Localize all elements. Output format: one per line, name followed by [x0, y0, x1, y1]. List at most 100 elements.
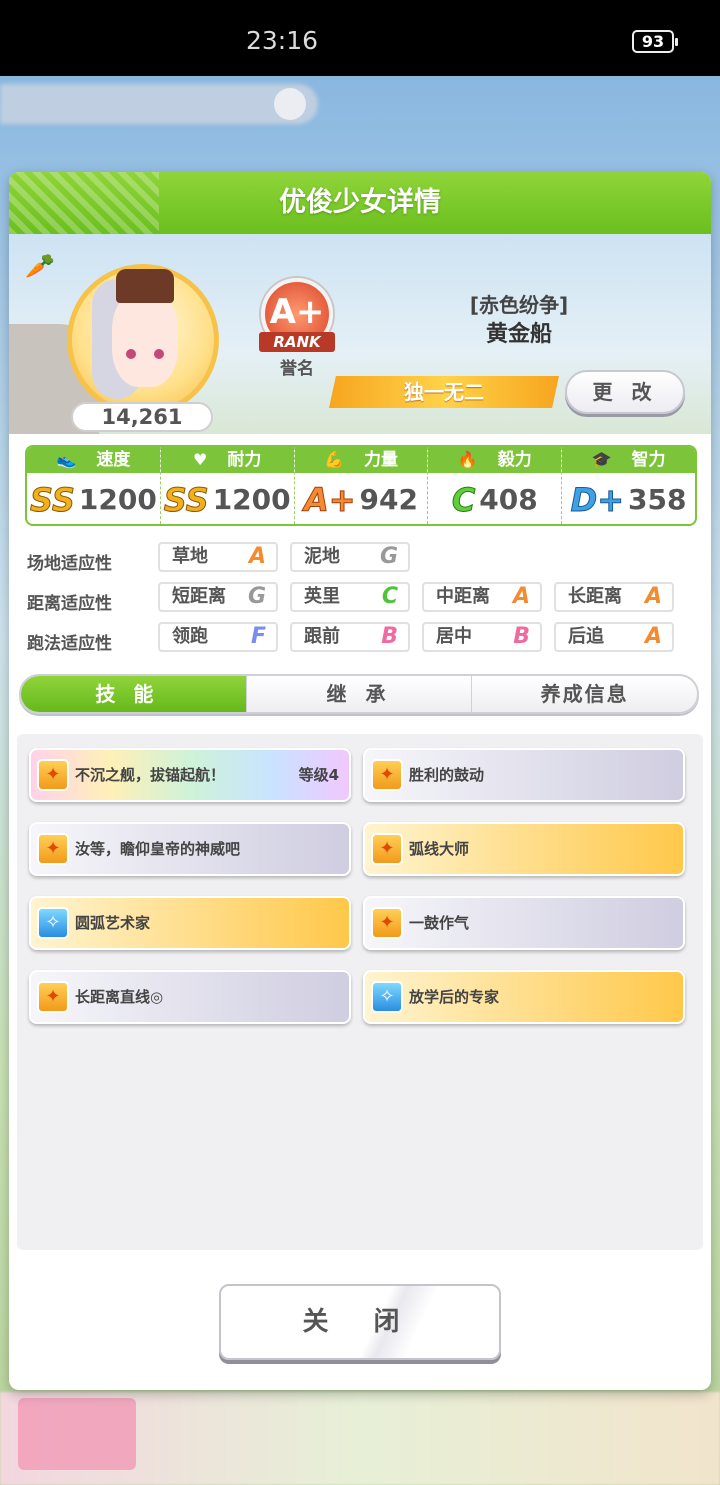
rank-title: 誉名 [280, 359, 314, 379]
skill-item[interactable]: ✦ 胜利的鼓动 [363, 748, 685, 802]
stat-value: 408 [479, 483, 538, 516]
aptitude-turf: 草地 A [158, 542, 278, 572]
speed-skill-icon: ✦ [371, 833, 403, 865]
battery-icon: 93 [632, 30, 678, 53]
aptitude-chaser: 后追 A [554, 622, 674, 652]
aptitude-grade: F [250, 624, 266, 649]
speed-skill-icon: ✦ [371, 759, 403, 791]
character-portrait[interactable] [67, 264, 219, 416]
stat-label: 耐力 [227, 450, 262, 470]
stats-panel: 👟 速度 SS 1200 ♥ 耐力 SS 1200 💪 力量 A+ 942 🔥 毅力 C 408… [25, 445, 697, 526]
stat-stamina: ♥ 耐力 SS 1200 [160, 447, 295, 524]
aptitude-grade: A [512, 584, 530, 609]
stat-value: 1200 [78, 483, 157, 516]
skill-item[interactable]: ✦ 长距离直线◎ [29, 970, 351, 1024]
aptitude-grade: C [381, 584, 398, 609]
umamusume-detail-dialog: 优俊少女详情 🥕 14,261 A+ RANK 誉名 [赤色纷争] 黄金船 独一… [9, 172, 711, 1390]
background-nav-item [18, 1398, 136, 1470]
stat-label: 速度 [96, 450, 131, 470]
skill-name: 一鼓作气 [409, 914, 470, 932]
skill-name: 胜利的鼓动 [409, 766, 485, 784]
close-button[interactable]: 关 闭 [219, 1284, 501, 1360]
dialog-header: 优俊少女详情 [9, 172, 711, 234]
skill-name: 汝等，瞻仰皇帝的神威吧 [75, 840, 241, 858]
aptitude-mile: 英里 C [290, 582, 410, 612]
skill-name: 弧线大师 [409, 840, 470, 858]
background-banner [0, 84, 318, 124]
skill-name: 不沉之舰，拔锚起航！ [75, 766, 226, 784]
distance-aptitude-label: 距离适应性 [27, 594, 112, 614]
stat-grade: SS [29, 480, 75, 519]
aptitude-betweener: 居中 B [422, 622, 542, 652]
aptitude-grade: A [644, 584, 662, 609]
portrait-hat [116, 269, 174, 303]
skill-name: 长距离直线◎ [75, 988, 164, 1006]
stat-speed: 👟 速度 SS 1200 [27, 447, 161, 524]
stat-grade: C [451, 480, 476, 519]
aptitude-grade: G [247, 584, 266, 609]
stat-guts: 🔥 毅力 C 408 [428, 447, 563, 524]
clock: 23:16 [246, 26, 319, 55]
detail-tabs: 技能 继 承 养成信息 [19, 674, 699, 714]
style-aptitude-label: 跑法适应性 [27, 634, 112, 654]
recovery-skill-icon: ✧ [371, 981, 403, 1013]
portrait-eye [126, 349, 136, 359]
stat-value: 358 [628, 483, 687, 516]
stat-value: 1200 [212, 483, 291, 516]
skill-item[interactable]: ✦ 弧线大师 [363, 822, 685, 876]
aptitude-grade: B [381, 624, 398, 649]
tab-skills[interactable]: 技能 [21, 676, 247, 712]
speed-skill-icon: ✦ [37, 833, 69, 865]
skill-level: 等级4 [298, 766, 339, 784]
heart-icon: ♥ [193, 450, 208, 469]
stat-grade: D+ [570, 480, 625, 519]
aptitude-dirt: 泥地 G [290, 542, 410, 572]
skill-item[interactable]: ✦ 汝等，瞻仰皇帝的神威吧 [29, 822, 351, 876]
flame-icon: 🔥 [457, 450, 478, 469]
aptitude-long: 长距离 A [554, 582, 674, 612]
stat-label: 智力 [631, 450, 666, 470]
skill-name: 圆弧艺术家 [75, 914, 151, 932]
status-bar: 23:16 93 [0, 0, 720, 76]
change-title-button[interactable]: 更 改 [565, 370, 685, 414]
skill-item[interactable]: ✦ 不沉之舰，拔锚起航！ 等级4 [29, 748, 351, 802]
character-name: 黄金船 [485, 322, 552, 347]
unique-title-banner: 独一无二 [329, 376, 559, 408]
tab-inheritance[interactable]: 继 承 [247, 676, 473, 712]
aptitude-grade: G [379, 544, 398, 569]
stat-label: 力量 [363, 450, 398, 470]
stat-label: 毅力 [497, 450, 532, 470]
skill-item[interactable]: ✦ 一鼓作气 [363, 896, 685, 950]
recovery-skill-icon: ✧ [37, 907, 69, 939]
stat-power: 💪 力量 A+ 942 [294, 447, 429, 524]
carrot-icon: 🥕 [25, 252, 55, 280]
fan-count: 14,261 [71, 402, 213, 432]
skill-item[interactable]: ✧ 圆弧艺术家 [29, 896, 351, 950]
stat-grade: SS [163, 480, 209, 519]
speed-skill-icon: ✦ [37, 759, 69, 791]
tab-training-info[interactable]: 养成信息 [472, 676, 697, 712]
dialog-title: 优俊少女详情 [279, 187, 441, 218]
skills-list: ✦ 不沉之舰，拔锚起航！ 等级4 ✦ 胜利的鼓动 ✦ 汝等，瞻仰皇帝的神威吧 ✦… [17, 734, 703, 1250]
stat-wisdom: 🎓 智力 D+ 358 [562, 447, 695, 524]
character-outfit-title: [赤色纷争] [469, 293, 569, 317]
portrait-eye [154, 349, 164, 359]
muscle-icon: 💪 [324, 450, 344, 469]
aptitude-grade: A [248, 544, 266, 569]
aptitude-grade: B [513, 624, 530, 649]
character-hero: 🥕 14,261 A+ RANK 誉名 [赤色纷争] 黄金船 独一无二 更 改 [9, 234, 711, 434]
rank-ribbon: RANK [259, 332, 335, 352]
stat-value: 942 [359, 483, 418, 516]
skill-name: 放学后的专家 [409, 988, 500, 1006]
aptitude-runner: 领跑 F [158, 622, 278, 652]
aptitude-sprint: 短距离 G [158, 582, 278, 612]
shoe-icon: 👟 [56, 450, 77, 469]
aptitude-leader: 跟前 B [290, 622, 410, 652]
speed-skill-icon: ✦ [371, 907, 403, 939]
portrait-face [112, 291, 178, 387]
field-aptitude-label: 场地适应性 [27, 554, 112, 574]
aptitude-medium: 中距离 A [422, 582, 542, 612]
skill-item[interactable]: ✧ 放学后的专家 [363, 970, 685, 1024]
aptitude-grade: A [644, 624, 662, 649]
background-banner-button [274, 88, 306, 120]
